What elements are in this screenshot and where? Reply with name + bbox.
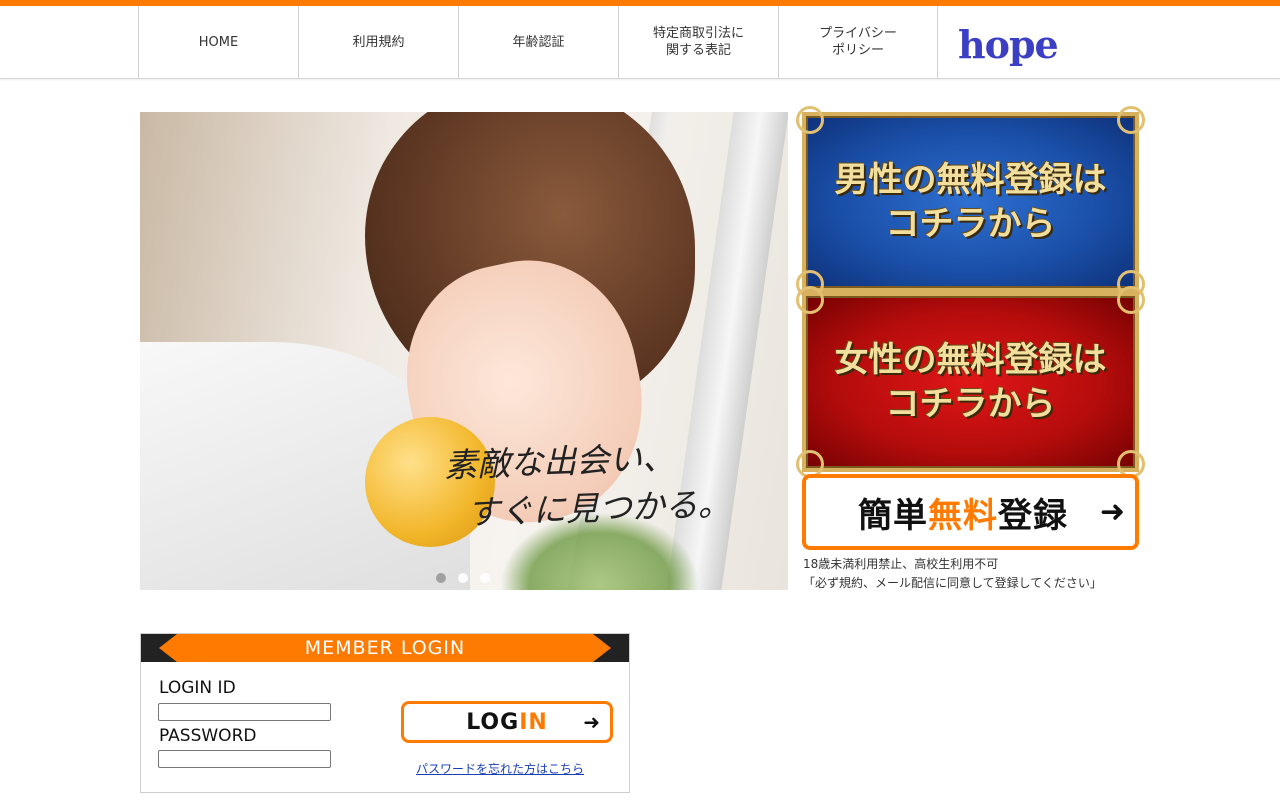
header-nav: HOME 利用規約 年齢認証 特定商取引法に 関する表記 プライバシー ポリシー…	[0, 6, 1280, 79]
nav-item-commercial-law[interactable]: 特定商取引法に 関する表記	[618, 6, 778, 78]
male-signup-banner[interactable]: 男性の無料登録は コチラから	[796, 106, 1145, 298]
slider-dot[interactable]	[436, 573, 446, 583]
slider-dot[interactable]	[480, 573, 490, 583]
login-button[interactable]: LOGIN ➜	[401, 701, 613, 743]
login-title: MEMBER LOGIN	[304, 637, 466, 659]
login-id-label: LOGIN ID	[159, 678, 236, 698]
arrow-right-icon: ➜	[583, 710, 600, 734]
female-banner-text: 女性の無料登録は コチラから	[834, 340, 1107, 424]
signup-label-pre: 簡単	[858, 495, 928, 536]
login-id-input[interactable]	[158, 703, 331, 721]
nav-item-label: プライバシー ポリシー	[819, 26, 897, 58]
signup-label-highlight: 無料	[928, 495, 998, 536]
password-label: PASSWORD	[159, 726, 257, 746]
site-logo[interactable]: hope	[958, 22, 1059, 67]
nav-menu: HOME 利用規約 年齢認証 特定商取引法に 関する表記 プライバシー ポリシー	[138, 6, 938, 78]
signup-label-post: 登録	[998, 495, 1068, 536]
age-restriction-notice: 18歳未満利用禁止、高校生利用不可 「必ず規約、メール配信に同意して登録してくだ…	[803, 557, 1102, 590]
forgot-password-link[interactable]: パスワードを忘れた方はこちら	[416, 760, 584, 777]
slider-dots	[436, 573, 490, 583]
arrow-right-icon: ➜	[1099, 494, 1125, 530]
login-label-pre: LOG	[466, 709, 520, 735]
nav-item-label: 特定商取引法に 関する表記	[652, 26, 744, 58]
header-decoration-right	[593, 634, 629, 662]
login-header: MEMBER LOGIN	[141, 634, 629, 662]
nav-item-privacy-policy[interactable]: プライバシー ポリシー	[778, 6, 938, 78]
male-banner-text: 男性の無料登録は コチラから	[834, 160, 1107, 244]
nav-item-label: 利用規約	[352, 34, 405, 50]
nav-item-age-verification[interactable]: 年齢認証	[458, 6, 618, 78]
header-decoration-left	[141, 634, 177, 662]
nav-item-label: HOME	[198, 34, 239, 50]
signup-button-label: 簡単無料登録	[858, 488, 1068, 537]
nav-item-label: 年齢認証	[512, 34, 565, 50]
ornament-icon	[1117, 286, 1145, 314]
free-signup-button[interactable]: 簡単無料登録 ➜	[802, 474, 1139, 550]
ornament-icon	[1117, 106, 1145, 134]
login-button-label: LOGIN	[466, 710, 548, 735]
ornament-icon	[796, 106, 824, 134]
female-signup-banner[interactable]: 女性の無料登録は コチラから	[796, 286, 1145, 478]
ornament-icon	[796, 286, 824, 314]
nav-item-terms[interactable]: 利用規約	[298, 6, 458, 78]
hero-catchcopy: 素敵な出会い、 すぐに見つかる。	[443, 437, 732, 533]
member-login-panel: MEMBER LOGIN LOGIN ID PASSWORD LOGIN ➜ パ…	[140, 633, 630, 793]
nav-item-home[interactable]: HOME	[138, 6, 298, 78]
password-input[interactable]	[158, 750, 331, 768]
login-label-highlight: IN	[519, 709, 548, 735]
slider-dot[interactable]	[458, 573, 468, 583]
hero-slider[interactable]: 素敵な出会い、 すぐに見つかる。	[140, 112, 788, 590]
